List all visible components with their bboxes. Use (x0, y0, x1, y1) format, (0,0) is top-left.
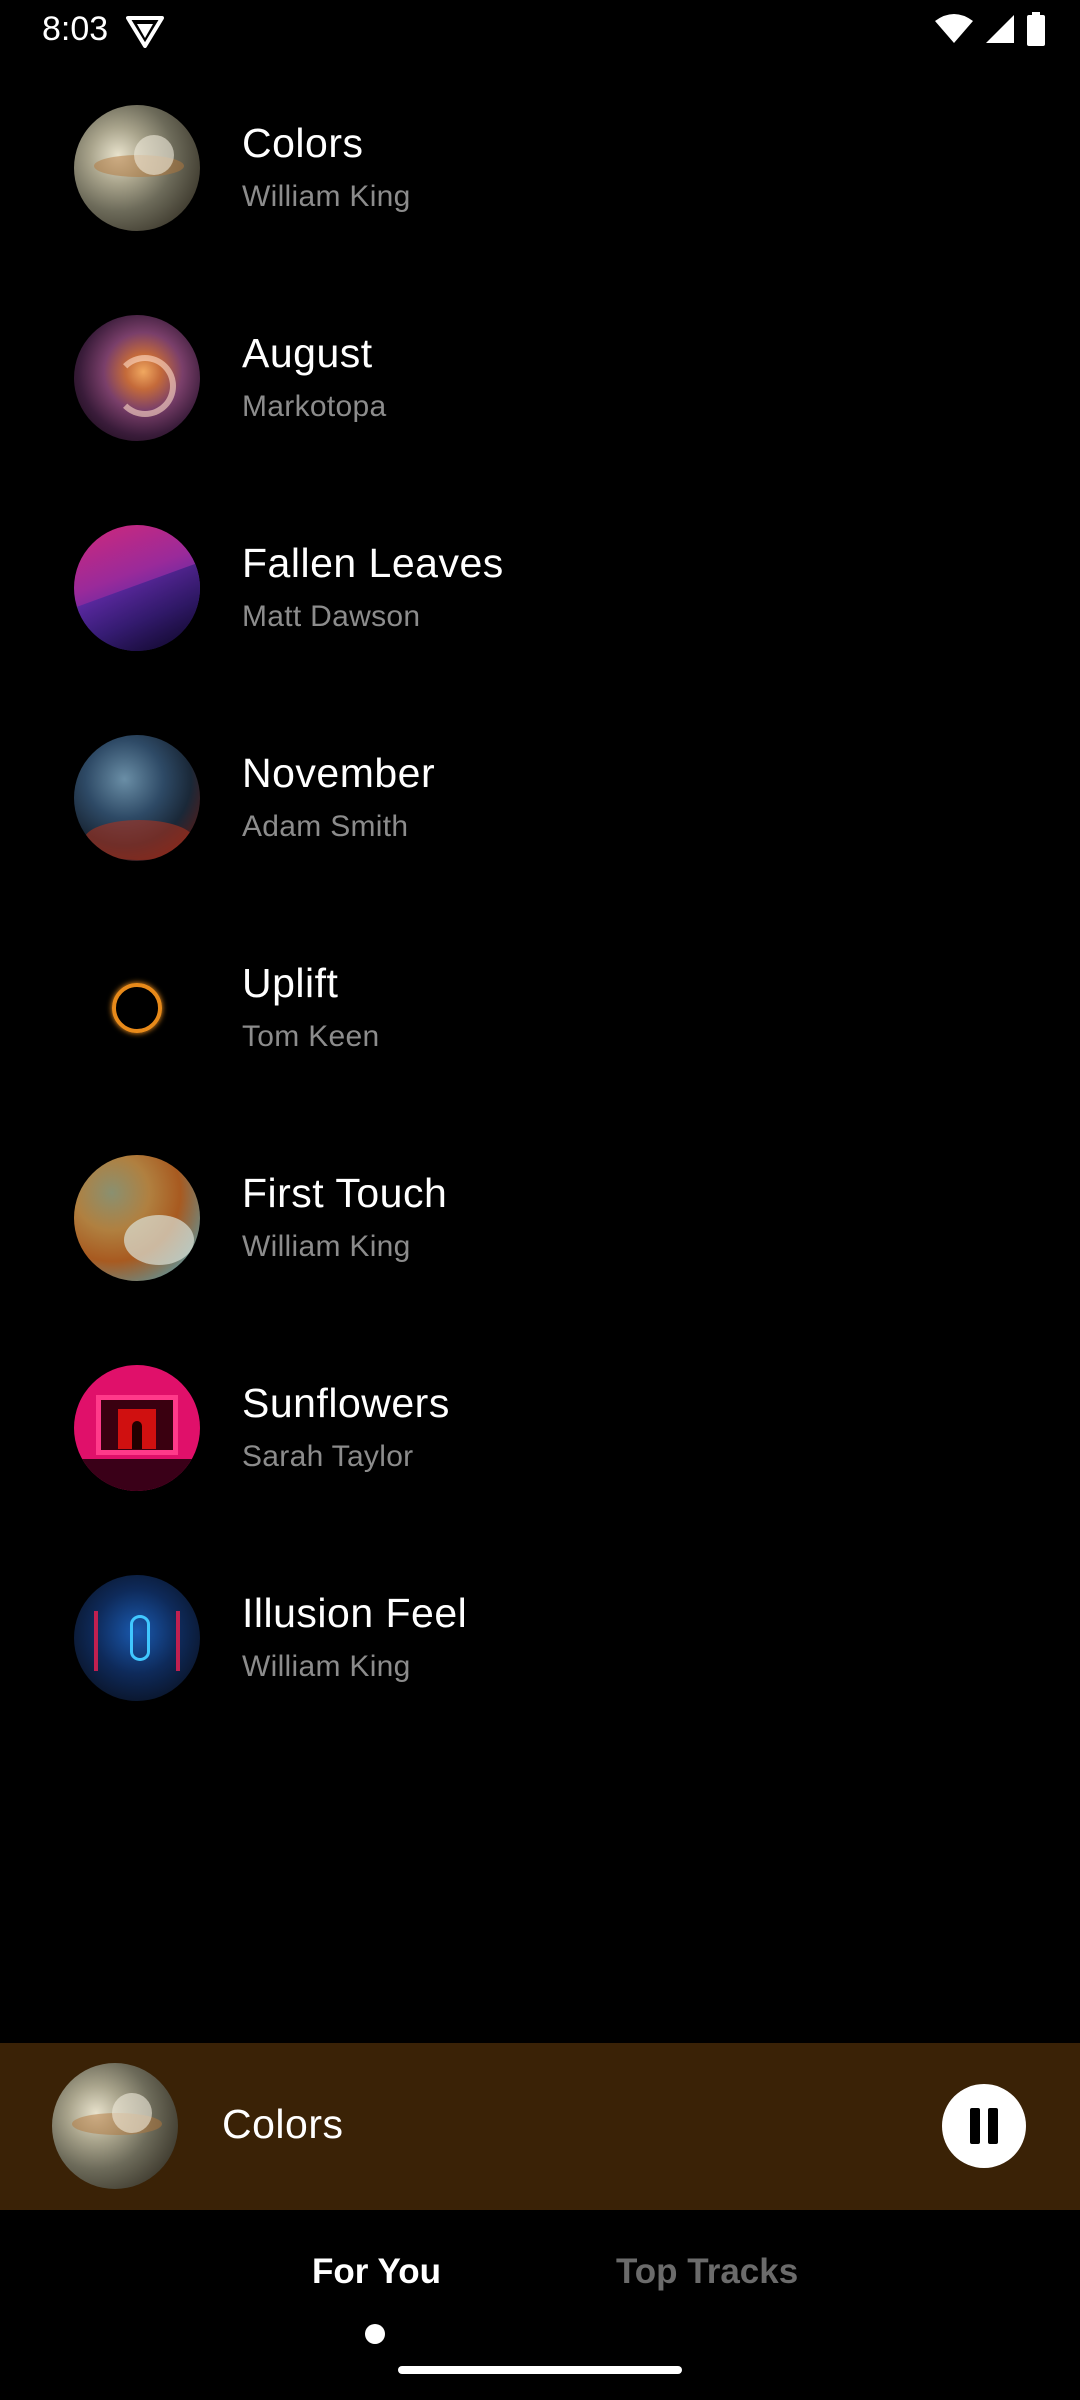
track-item[interactable]: August Markotopa (0, 274, 1080, 484)
track-item[interactable]: November Adam Smith (0, 694, 1080, 904)
album-art-icon (74, 315, 200, 441)
status-bar: 8:03 (0, 0, 1080, 64)
status-icons (934, 12, 1046, 46)
track-title: Colors (242, 120, 364, 166)
pause-button[interactable] (942, 2084, 1026, 2168)
vpn-shield-icon (126, 16, 164, 48)
track-item[interactable]: First Touch William King (0, 1114, 1080, 1324)
album-art-icon (74, 1575, 200, 1701)
home-indicator[interactable] (398, 2366, 682, 2374)
track-artist: Matt Dawson (242, 600, 421, 633)
track-title: August (242, 330, 373, 376)
album-art-icon (74, 945, 200, 1071)
track-title: November (242, 750, 436, 796)
track-artist: Adam Smith (242, 810, 409, 843)
tab-top-tracks[interactable]: Top Tracks (616, 2252, 798, 2292)
track-artist: Tom Keen (242, 1020, 380, 1053)
cellular-signal-icon (986, 15, 1014, 43)
track-title: Illusion Feel (242, 1590, 468, 1636)
wifi-icon (935, 14, 973, 43)
track-title: First Touch (242, 1170, 448, 1216)
album-art-icon (74, 105, 200, 231)
track-item[interactable]: Illusion Feel William King (0, 1534, 1080, 1744)
mini-player[interactable]: Colors (0, 2043, 1080, 2210)
track-title: Uplift (242, 960, 339, 1006)
track-artist: William King (242, 1230, 411, 1263)
battery-icon (1027, 12, 1045, 46)
bottom-tabs: For You Top Tracks (0, 2210, 1080, 2400)
track-item[interactable]: Fallen Leaves Matt Dawson (0, 484, 1080, 694)
album-art-icon (74, 525, 200, 651)
track-item[interactable]: Sunflowers Sarah Taylor (0, 1324, 1080, 1534)
pause-icon-bar (988, 2108, 998, 2144)
pause-icon (970, 2108, 980, 2144)
album-art-icon (74, 1365, 200, 1491)
track-title: Fallen Leaves (242, 540, 504, 586)
track-item[interactable]: Colors William King (0, 64, 1080, 274)
track-artist: William King (242, 1650, 411, 1683)
track-artist: William King (242, 180, 411, 213)
track-artist: Sarah Taylor (242, 1440, 414, 1473)
selected-tab-indicator (365, 2324, 385, 2344)
tab-for-you[interactable]: For You (312, 2252, 441, 2292)
now-playing-title: Colors (222, 2101, 344, 2147)
now-playing-art-icon (52, 2063, 178, 2189)
album-art-icon (74, 735, 200, 861)
album-art-icon (74, 1155, 200, 1281)
status-time: 8:03 (42, 10, 109, 48)
track-title: Sunflowers (242, 1380, 450, 1426)
track-artist: Markotopa (242, 390, 387, 423)
track-item[interactable]: Uplift Tom Keen (0, 904, 1080, 1114)
